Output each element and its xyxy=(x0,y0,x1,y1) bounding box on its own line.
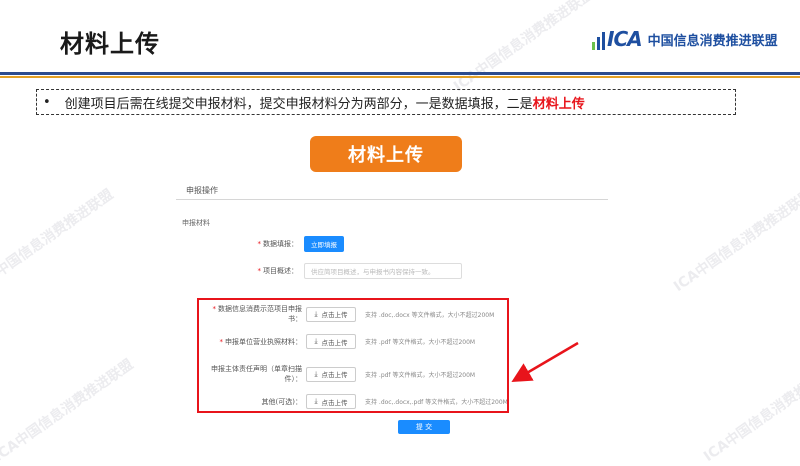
arrow-icon xyxy=(511,341,579,383)
